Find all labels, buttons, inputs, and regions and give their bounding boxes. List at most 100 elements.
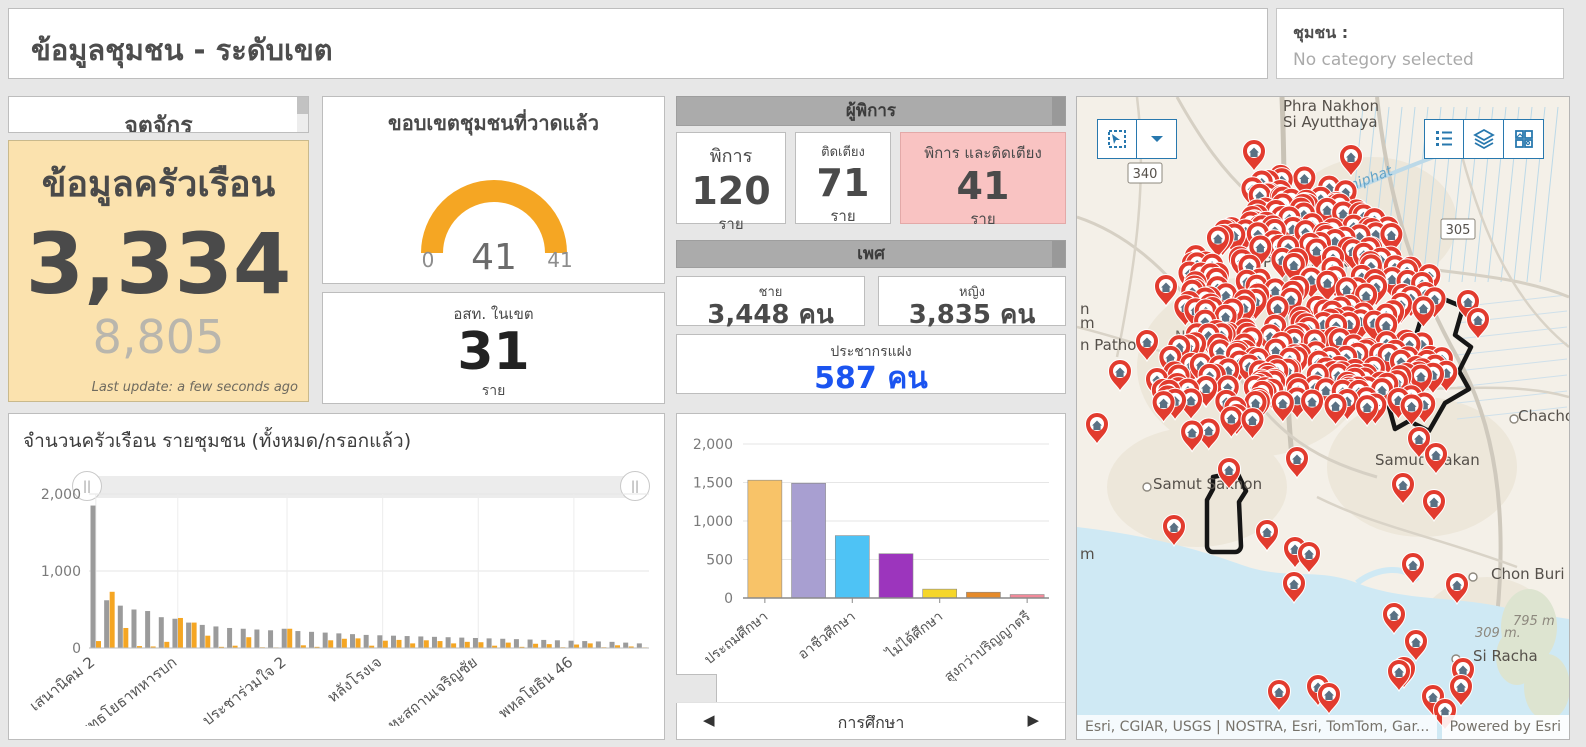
bar-total[interactable] [459, 638, 464, 648]
bar-total[interactable] [514, 639, 519, 648]
bar-filled[interactable] [123, 628, 128, 648]
bar-filled[interactable] [178, 618, 183, 648]
education-bar[interactable] [835, 536, 869, 598]
bar-total[interactable] [282, 629, 287, 648]
map-attribution: Esri, CGIAR, USGS | NOSTRA, Esri, TomTom… [1077, 715, 1437, 739]
bar-filled[interactable] [383, 641, 388, 648]
bar-total[interactable] [145, 611, 150, 648]
bar-filled[interactable] [192, 623, 197, 648]
district-list-selected[interactable]: จตุจักร [9, 97, 308, 133]
bar-total[interactable] [418, 636, 423, 648]
bar-filled[interactable] [424, 640, 429, 648]
bar-filled[interactable] [437, 641, 442, 648]
bar-total[interactable] [473, 638, 478, 648]
layers-icon[interactable] [1464, 119, 1504, 159]
x-tick-label: เสนานิคม 2 [26, 653, 98, 715]
category-selector[interactable]: ชุมชน : No category selected [1276, 8, 1564, 79]
bar-filled[interactable] [328, 640, 333, 648]
bar-total[interactable] [309, 632, 314, 648]
disabled-bedridden-unit: ราย [901, 207, 1065, 231]
education-bar[interactable] [879, 554, 913, 598]
bar-total[interactable] [377, 635, 382, 648]
bar-total[interactable] [446, 637, 451, 648]
bar-total[interactable] [131, 610, 136, 649]
bar-filled[interactable] [246, 637, 251, 648]
district-list[interactable]: จตุจักร [8, 96, 309, 133]
education-bar[interactable] [792, 483, 826, 598]
bar-filled[interactable] [547, 644, 552, 648]
bar-total[interactable] [91, 506, 96, 648]
bar-total[interactable] [364, 635, 369, 648]
education-bar[interactable] [923, 589, 957, 598]
bar-total[interactable] [213, 626, 218, 648]
lasso-select-icon[interactable] [1097, 119, 1137, 159]
category-selector-value: No category selected [1277, 46, 1563, 70]
pager-right-arrow-icon[interactable]: ▶ [1027, 711, 1039, 729]
household-indicator: ข้อมูลครัวเรือน 3,334 8,805 Last update:… [8, 140, 309, 402]
bar-filled[interactable] [164, 642, 169, 648]
disabled-section-title: ผู้พิการ [846, 101, 896, 121]
legend-icon[interactable] [1424, 119, 1464, 159]
latent-label: ประชากรแฝง [677, 341, 1065, 363]
bar-total[interactable] [405, 636, 410, 648]
bar-total[interactable] [241, 629, 246, 648]
bar-total[interactable] [623, 643, 628, 648]
bar-total[interactable] [350, 634, 355, 648]
bar-total[interactable] [186, 623, 191, 648]
bar-filled[interactable] [465, 642, 470, 648]
bar-total[interactable] [555, 640, 560, 648]
bar-filled[interactable] [356, 638, 361, 648]
district-list-scrollbar[interactable] [297, 97, 308, 132]
bar-total[interactable] [582, 641, 587, 648]
bar-filled[interactable] [205, 636, 210, 648]
bar-filled[interactable] [110, 592, 115, 648]
education-bar[interactable] [966, 592, 1000, 598]
bar-filled[interactable] [533, 644, 538, 648]
bar-total[interactable] [569, 641, 574, 648]
bar-total[interactable] [268, 630, 273, 648]
bar-filled[interactable] [342, 639, 347, 648]
bar-total[interactable] [323, 633, 328, 648]
bar-total[interactable] [541, 640, 546, 648]
bar-total[interactable] [118, 606, 123, 648]
x-tick-label: อาชีวศึกษา [795, 609, 859, 664]
bar-total[interactable] [295, 631, 300, 648]
bar-filled[interactable] [588, 643, 593, 648]
bar-filled[interactable] [410, 643, 415, 648]
bar-total[interactable] [610, 642, 615, 648]
bar-total[interactable] [104, 600, 109, 648]
bar-total[interactable] [172, 619, 177, 648]
bar-total[interactable] [528, 640, 533, 648]
education-bar[interactable] [748, 480, 782, 598]
gauge-title: ขอบเขตชุมชนที่วาดแล้ว [323, 107, 664, 139]
bar-total[interactable] [391, 636, 396, 648]
bar-total[interactable] [227, 628, 232, 648]
osm-value: 31 [323, 326, 664, 378]
bar-filled[interactable] [478, 642, 483, 648]
bar-total[interactable] [637, 643, 642, 648]
bar-total[interactable] [596, 641, 601, 648]
bar-filled[interactable] [574, 645, 579, 648]
bar-total[interactable] [254, 630, 259, 648]
x-tick-label: ประถมศึกษา [702, 609, 772, 668]
bar-total[interactable] [200, 625, 205, 648]
latent-population-card: ประชากรแฝง 587 คน [676, 334, 1066, 394]
bar-total[interactable] [159, 617, 164, 648]
bar-filled[interactable] [451, 643, 456, 648]
bar-filled[interactable] [287, 629, 292, 648]
dashboard: ข้อมูลชุมชน - ระดับเขต ชุมชน : No catego… [0, 0, 1586, 747]
bar-filled[interactable] [96, 641, 101, 648]
basemap-grid-icon[interactable] [1504, 119, 1544, 159]
bar-filled[interactable] [506, 643, 511, 648]
bar-total[interactable] [336, 633, 341, 648]
map-panel[interactable]: Phra NakhonSi Ayutthaya340Khlong Rapniph… [1076, 96, 1570, 740]
x-tick-label: หลังโรงเจ [324, 653, 385, 706]
gender-section-header: เพศ [676, 240, 1066, 268]
bar-total[interactable] [432, 637, 437, 648]
panel-notch [676, 674, 717, 703]
bar-total[interactable] [500, 639, 505, 648]
bar-filled[interactable] [396, 640, 401, 648]
bar-total[interactable] [487, 638, 492, 648]
caret-down-icon[interactable] [1137, 119, 1177, 159]
map-canvas[interactable]: Phra NakhonSi Ayutthaya340Khlong Rapniph… [1077, 97, 1569, 739]
